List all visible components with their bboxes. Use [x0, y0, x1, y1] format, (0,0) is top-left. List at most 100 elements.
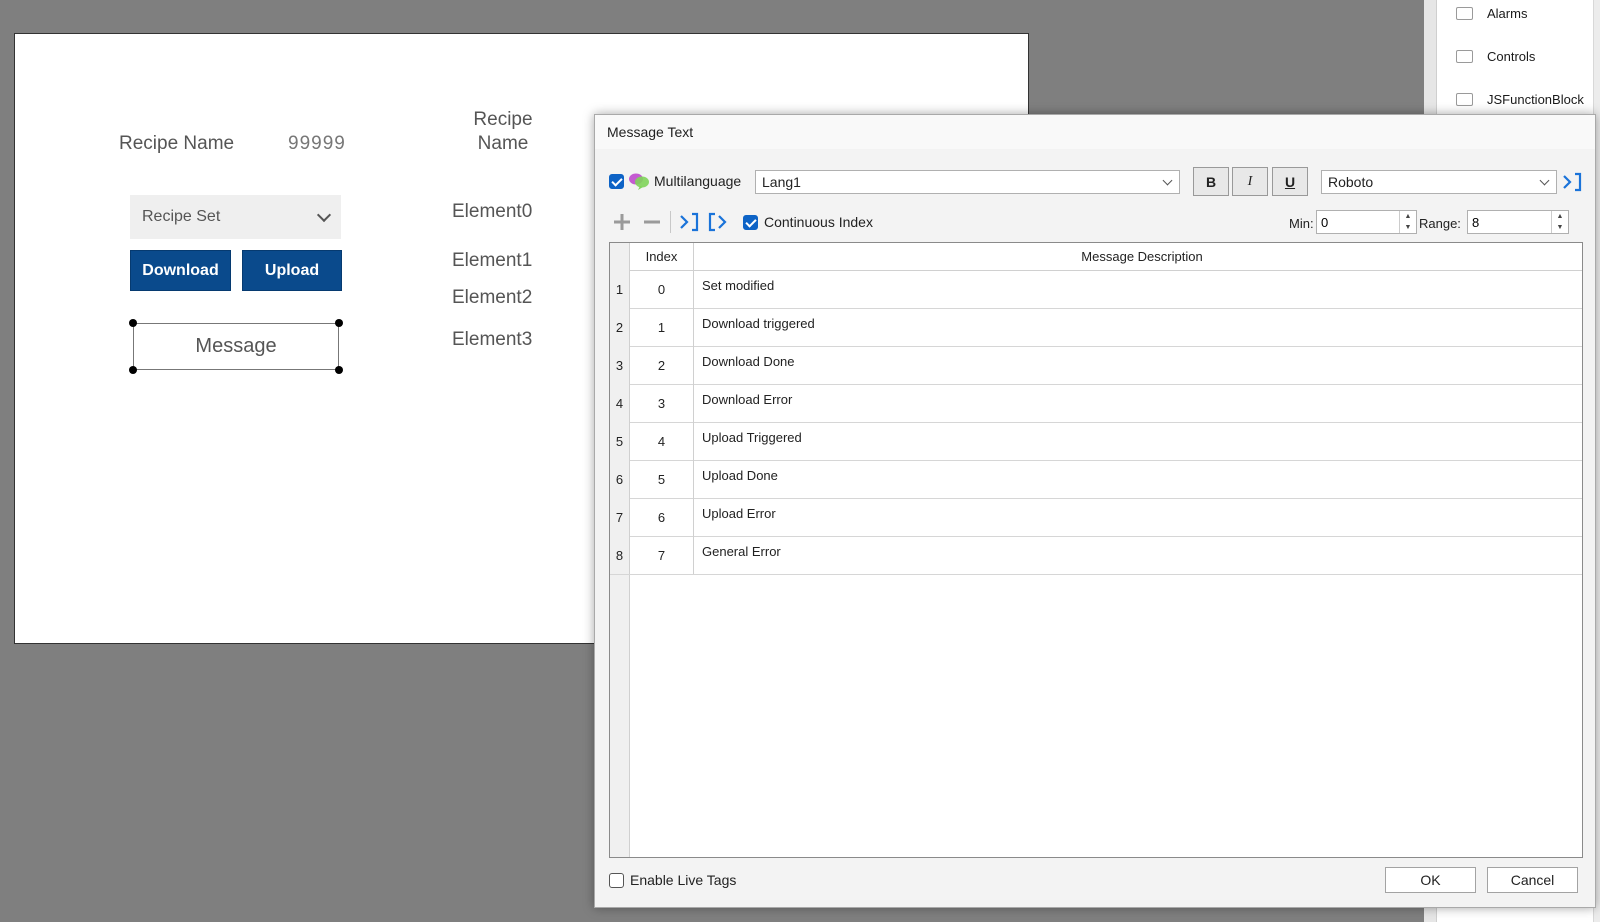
- continuous-index-toggle[interactable]: Continuous Index: [743, 214, 873, 230]
- description-cell[interactable]: Upload Done: [694, 460, 1582, 498]
- chevron-down-icon: [1162, 175, 1173, 185]
- add-row-icon[interactable]: [611, 211, 633, 233]
- message-table[interactable]: Index Message Description 1 0 Set modifi…: [609, 242, 1583, 858]
- enable-live-tags-checkbox[interactable]: [609, 872, 624, 888]
- description-cell[interactable]: Upload Error: [694, 498, 1582, 536]
- row-number: 4: [610, 384, 630, 422]
- table-row[interactable]: 1 0 Set modified: [610, 270, 1582, 309]
- folder-icon: [1456, 92, 1473, 106]
- index-cell[interactable]: 7: [630, 536, 694, 574]
- element-label-0[interactable]: Element0: [452, 201, 532, 223]
- remove-row-icon[interactable]: [641, 211, 663, 233]
- dialog-title: Message Text: [607, 124, 694, 140]
- insert-index-icon[interactable]: [678, 211, 700, 233]
- tree-item-label: JSFunctionBlock: [1487, 91, 1584, 107]
- resize-handle-top-right[interactable]: [335, 319, 343, 327]
- ok-button[interactable]: OK: [1385, 867, 1476, 893]
- multilanguage-label: Multilanguage: [654, 173, 742, 189]
- folder-icon: [1456, 6, 1473, 20]
- font-value: Roboto: [1328, 174, 1374, 190]
- message-widget[interactable]: Message: [133, 323, 339, 370]
- language-value: Lang1: [762, 174, 801, 190]
- recipe-value-field[interactable]: 99999: [288, 133, 346, 155]
- resize-handle-bottom-right[interactable]: [335, 366, 343, 374]
- table-row[interactable]: 3 2 Download Done: [610, 346, 1582, 385]
- row-number: 8: [610, 536, 630, 574]
- recipe-name-column-header[interactable]: Recipe Name: [449, 108, 557, 156]
- range-spinbox[interactable]: 8 ▲ ▼: [1467, 210, 1569, 234]
- table-row[interactable]: 8 7 General Error: [610, 536, 1582, 575]
- recipe-set-value: Recipe Set: [142, 208, 221, 225]
- description-cell[interactable]: Upload Triggered: [694, 422, 1582, 460]
- min-spinbox[interactable]: 0 ▲ ▼: [1316, 210, 1417, 234]
- column-header-index[interactable]: Index: [630, 243, 694, 270]
- tree-item-label: Alarms: [1487, 5, 1528, 21]
- index-cell[interactable]: 4: [630, 422, 694, 460]
- row-number: 3: [610, 346, 630, 384]
- download-button[interactable]: Download: [130, 250, 231, 291]
- element-label-1[interactable]: Element1: [452, 250, 532, 272]
- tree-item-alarms[interactable]: Alarms: [1456, 2, 1527, 24]
- tree-item-controls[interactable]: Controls: [1456, 45, 1535, 67]
- index-cell[interactable]: 6: [630, 498, 694, 536]
- min-label: Min:: [1289, 216, 1314, 231]
- description-cell[interactable]: Download Error: [694, 384, 1582, 422]
- tree-item-jsfunctionblock[interactable]: JSFunctionBlock: [1456, 88, 1584, 110]
- multilanguage-checkbox[interactable]: [609, 173, 624, 189]
- description-cell[interactable]: Download triggered: [694, 308, 1582, 346]
- resize-handle-top-left[interactable]: [129, 319, 137, 327]
- min-value: 0: [1321, 214, 1329, 230]
- dialog-titlebar[interactable]: Message Text: [595, 115, 1595, 149]
- underline-button[interactable]: U: [1272, 167, 1308, 196]
- row-number: 7: [610, 498, 630, 536]
- italic-button[interactable]: I: [1232, 167, 1268, 196]
- table-row[interactable]: 4 3 Download Error: [610, 384, 1582, 423]
- message-widget-label: Message: [195, 335, 277, 357]
- append-index-icon[interactable]: [707, 211, 729, 233]
- chevron-down-icon: [1539, 175, 1550, 185]
- element-label-3[interactable]: Element3: [452, 329, 532, 351]
- message-text-dialog: Message Text Multilanguage Lang1 B I U R…: [594, 114, 1596, 908]
- table-row[interactable]: 7 6 Upload Error: [610, 498, 1582, 537]
- continuous-index-label: Continuous Index: [764, 214, 873, 230]
- enable-live-tags-label: Enable Live Tags: [630, 872, 737, 888]
- font-select[interactable]: Roboto: [1321, 170, 1557, 194]
- range-label: Range:: [1419, 216, 1461, 231]
- table-row[interactable]: 5 4 Upload Triggered: [610, 422, 1582, 461]
- multilanguage-toggle[interactable]: Multilanguage: [609, 172, 741, 190]
- min-spinbox-buttons[interactable]: ▲ ▼: [1399, 211, 1416, 233]
- continuous-index-checkbox[interactable]: [743, 214, 758, 230]
- index-cell[interactable]: 3: [630, 384, 694, 422]
- recipe-set-select[interactable]: Recipe Set: [130, 195, 341, 239]
- row-number: 1: [610, 270, 630, 308]
- index-cell[interactable]: 5: [630, 460, 694, 498]
- table-row[interactable]: 2 1 Download triggered: [610, 308, 1582, 347]
- recipe-name-label[interactable]: Recipe Name: [119, 133, 234, 155]
- enable-live-tags-toggle[interactable]: Enable Live Tags: [609, 872, 736, 888]
- expand-editor-icon[interactable]: [1561, 171, 1583, 193]
- description-cell[interactable]: General Error: [694, 536, 1582, 574]
- column-header-description[interactable]: Message Description: [694, 243, 1582, 270]
- index-cell[interactable]: 0: [630, 270, 694, 308]
- range-spinbox-buttons[interactable]: ▲ ▼: [1551, 211, 1568, 233]
- row-number: 2: [610, 308, 630, 346]
- resize-handle-bottom-left[interactable]: [129, 366, 137, 374]
- description-cell[interactable]: Set modified: [694, 270, 1582, 308]
- table-row[interactable]: 6 5 Upload Done: [610, 460, 1582, 499]
- index-cell[interactable]: 1: [630, 308, 694, 346]
- index-cell[interactable]: 2: [630, 346, 694, 384]
- corner-cell: [610, 243, 630, 270]
- cancel-button[interactable]: Cancel: [1487, 867, 1578, 893]
- range-value: 8: [1472, 214, 1480, 230]
- table-header: Index Message Description: [610, 243, 1582, 271]
- tree-item-label: Controls: [1487, 48, 1536, 64]
- language-select[interactable]: Lang1: [755, 170, 1180, 194]
- chevron-down-icon: [316, 207, 332, 223]
- folder-icon: [1456, 49, 1473, 63]
- upload-button[interactable]: Upload: [242, 250, 342, 291]
- bold-button[interactable]: B: [1193, 167, 1229, 196]
- row-number: 5: [610, 422, 630, 460]
- description-cell[interactable]: Download Done: [694, 346, 1582, 384]
- element-label-2[interactable]: Element2: [452, 287, 532, 309]
- row-number: 6: [610, 460, 630, 498]
